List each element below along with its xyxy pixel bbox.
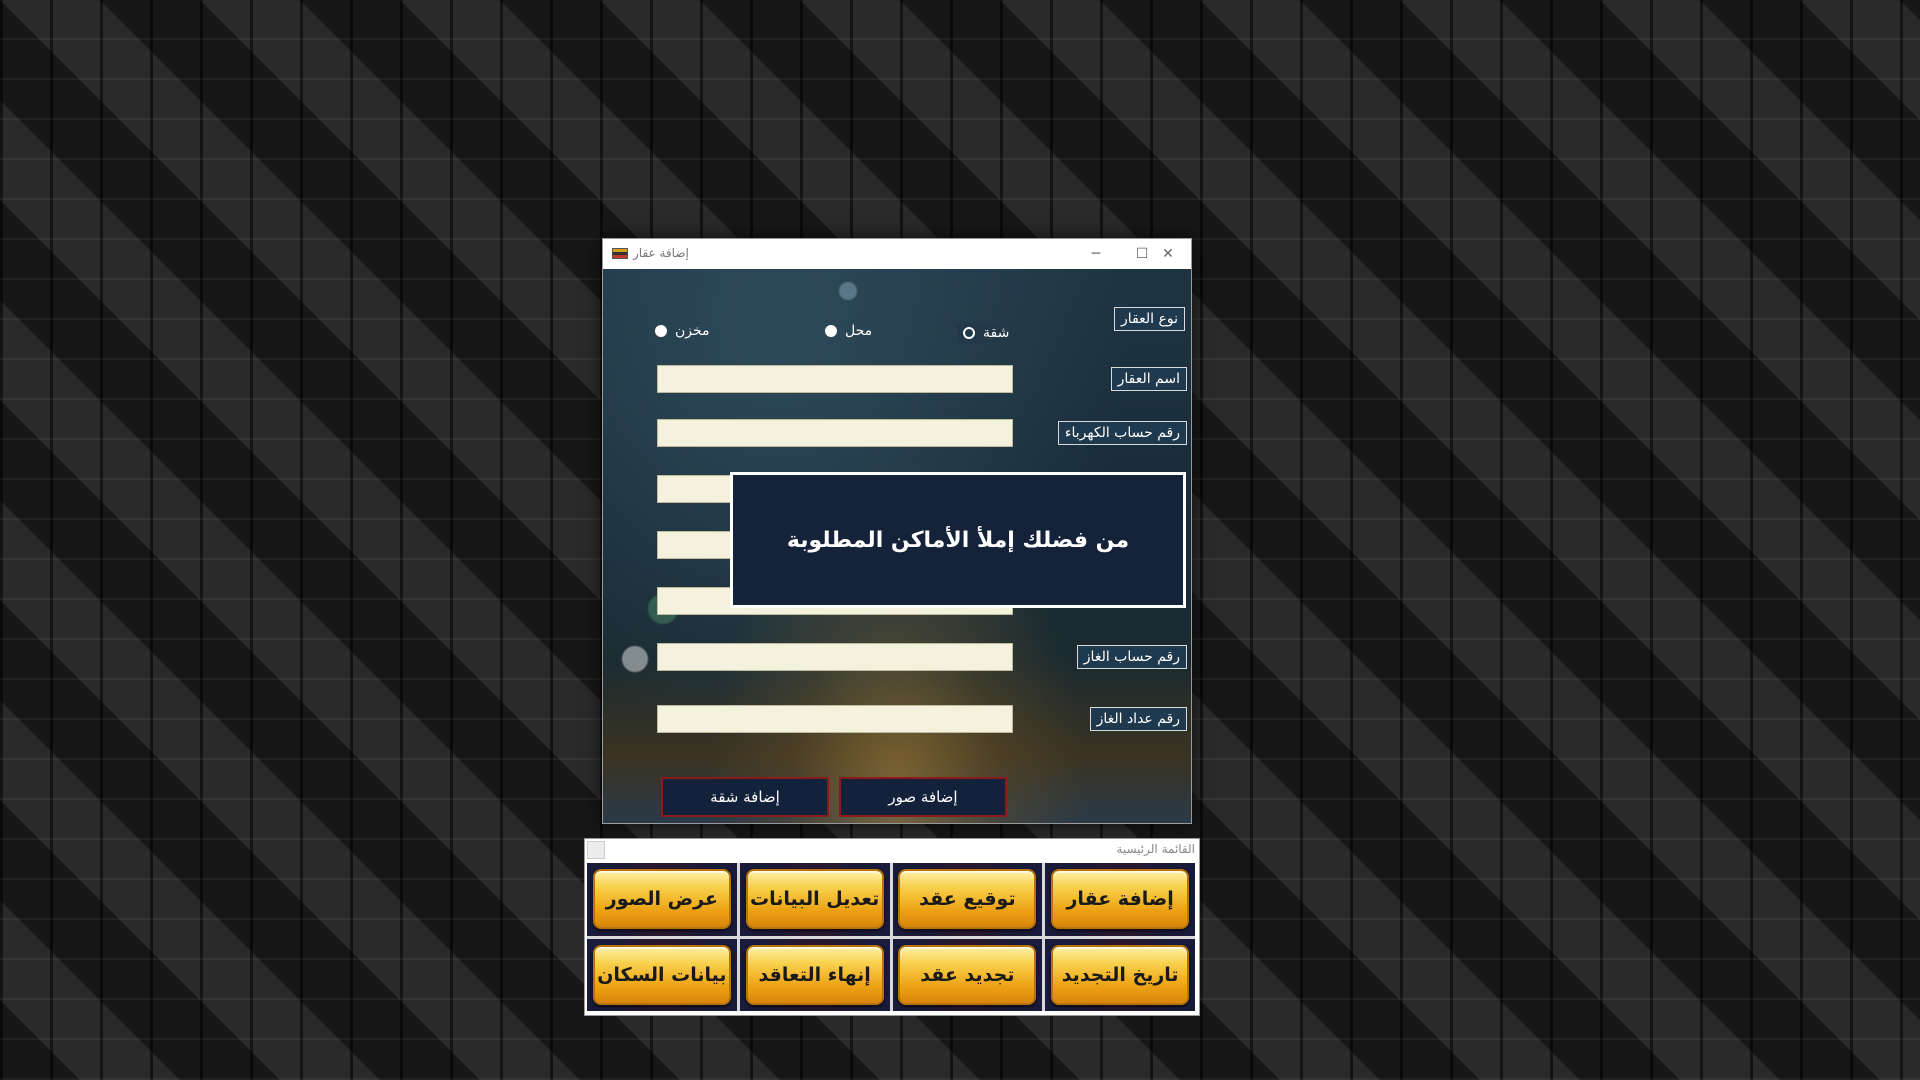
gas-account-label: رقم حساب الغاز <box>1076 645 1187 669</box>
radio-indicator <box>825 325 837 337</box>
menu-cell: إنهاء التعاقد <box>739 938 890 1011</box>
renewal-date-button[interactable]: تاريخ التجديد <box>1051 944 1190 1005</box>
menu-cell: تجديد عقد <box>892 938 1043 1011</box>
radio-warehouse[interactable]: مخزن <box>655 323 710 339</box>
menu-cell: إضافة عقار <box>1045 863 1195 936</box>
sign-contract-button[interactable]: توقيع عقد <box>898 869 1037 930</box>
gas-account-field[interactable] <box>657 643 1013 671</box>
menu-close-button[interactable] <box>587 841 605 859</box>
radio-shop-label: محل <box>845 323 873 339</box>
gas-meter-label: رقم عداد الغاز <box>1089 707 1187 731</box>
app-icon <box>612 248 628 259</box>
main-menu-title: القائمة الرئيسية <box>1116 842 1195 856</box>
radio-shop[interactable]: محل <box>825 323 872 339</box>
property-type-label: نوع العقار <box>1114 307 1185 331</box>
edit-data-button[interactable]: تعديل البيانات <box>745 869 884 930</box>
menu-cell: بيانات السكان <box>587 938 737 1011</box>
electricity-account-field[interactable] <box>657 419 1013 447</box>
title-bar: إضافة عقار ─ ☐ ✕ <box>603 239 1191 269</box>
add-apartment-button[interactable]: إضافة شقة <box>661 777 829 817</box>
add-photos-button[interactable]: إضافة صور <box>839 777 1007 817</box>
message-box: من فضلك إملأ الأماكن المطلوبة <box>730 472 1186 608</box>
gas-meter-field[interactable] <box>657 705 1013 733</box>
residents-data-button[interactable]: بيانات السكان <box>592 944 731 1005</box>
minimize-button[interactable]: ─ <box>1073 239 1119 269</box>
radio-selected-indicator <box>963 327 975 339</box>
menu-cell: عرض الصور <box>587 863 737 936</box>
end-contract-button[interactable]: إنهاء التعاقد <box>745 944 884 1005</box>
close-button[interactable]: ✕ <box>1145 239 1191 269</box>
renew-contract-button[interactable]: تجديد عقد <box>898 944 1037 1005</box>
menu-cell: تعديل البيانات <box>739 863 890 936</box>
property-name-field[interactable] <box>657 365 1013 393</box>
radio-warehouse-label: مخزن <box>675 323 710 339</box>
main-menu-window: القائمة الرئيسية عرض الصور تعديل البيانا… <box>584 838 1200 1016</box>
window-title: إضافة عقار <box>633 246 689 260</box>
radio-apartment-label: شقة <box>983 325 1010 341</box>
radio-indicator <box>655 325 667 337</box>
radio-apartment[interactable]: شقة <box>957 323 1016 343</box>
property-name-label: اسم العقار <box>1110 367 1187 391</box>
menu-cell: تاريخ التجديد <box>1045 938 1195 1011</box>
menu-cell: توقيع عقد <box>892 863 1043 936</box>
view-photos-button[interactable]: عرض الصور <box>592 869 731 930</box>
menu-grid: عرض الصور تعديل البيانات توقيع عقد إضافة… <box>587 863 1195 1011</box>
electricity-account-label: رقم حساب الكهرباء <box>1057 421 1187 445</box>
add-property-button[interactable]: إضافة عقار <box>1051 869 1190 930</box>
message-text: من فضلك إملأ الأماكن المطلوبة <box>786 527 1130 553</box>
